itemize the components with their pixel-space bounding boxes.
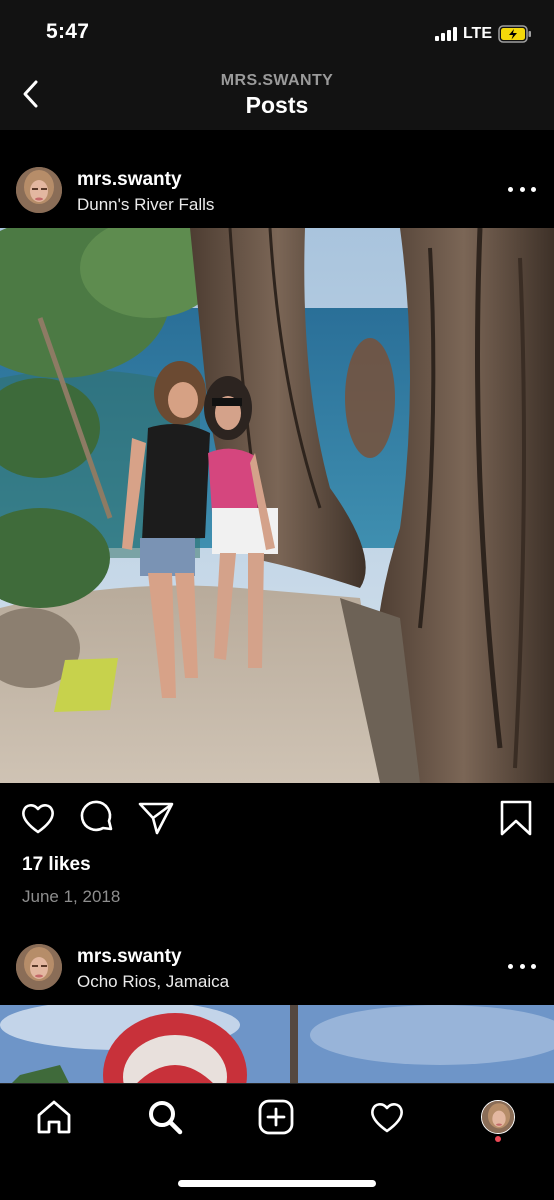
signal-icon <box>434 27 457 41</box>
battery-icon <box>498 25 531 43</box>
tab-search[interactable] <box>143 1095 187 1139</box>
notification-dot <box>495 1136 501 1142</box>
home-indicator[interactable] <box>178 1180 376 1187</box>
search-icon <box>149 1101 183 1135</box>
nav-header: MRS.SWANTY Posts <box>0 62 554 130</box>
post-actions <box>0 795 554 841</box>
network-label: LTE <box>462 25 492 42</box>
avatar[interactable] <box>16 167 62 213</box>
tab-new-post[interactable] <box>254 1095 298 1139</box>
plus-square-icon <box>258 1099 294 1135</box>
page-title: Posts <box>245 92 309 118</box>
post-username[interactable]: mrs.swanty <box>77 946 182 968</box>
more-options-button[interactable] <box>508 956 536 976</box>
post-username[interactable]: mrs.swanty <box>77 169 182 191</box>
status-bar: 5:47 LTE <box>0 0 554 62</box>
heart-icon[interactable] <box>19 799 57 837</box>
post-header: mrs.swanty Ocho Rios, Jamaica <box>0 930 554 1004</box>
post-location[interactable]: Dunn's River Falls <box>77 195 214 215</box>
post-header: mrs.swanty Dunn's River Falls <box>0 153 554 227</box>
more-horizontal-icon <box>508 963 513 969</box>
status-indicators: LTE <box>434 22 532 46</box>
heart-icon <box>371 1103 403 1133</box>
avatar[interactable] <box>16 944 62 990</box>
post-photo[interactable] <box>0 1005 554 1085</box>
tab-home[interactable] <box>32 1095 76 1139</box>
tab-activity[interactable] <box>365 1095 409 1139</box>
tab-profile[interactable] <box>476 1095 520 1139</box>
likes-count[interactable]: 17 likes <box>22 854 91 876</box>
comment-icon[interactable] <box>79 799 117 837</box>
more-horizontal-icon <box>508 186 513 192</box>
post-photo[interactable] <box>0 228 554 783</box>
post-date: June 1, 2018 <box>22 887 121 906</box>
profile-username: MRS.SWANTY <box>220 72 334 89</box>
more-options-button[interactable] <box>508 179 536 199</box>
bookmark-icon[interactable] <box>497 799 535 837</box>
status-time: 5:47 <box>46 20 90 43</box>
post-location[interactable]: Ocho Rios, Jamaica <box>77 972 229 992</box>
avatar <box>481 1100 515 1134</box>
home-icon <box>37 1100 71 1134</box>
paper-plane-icon[interactable] <box>137 799 175 837</box>
